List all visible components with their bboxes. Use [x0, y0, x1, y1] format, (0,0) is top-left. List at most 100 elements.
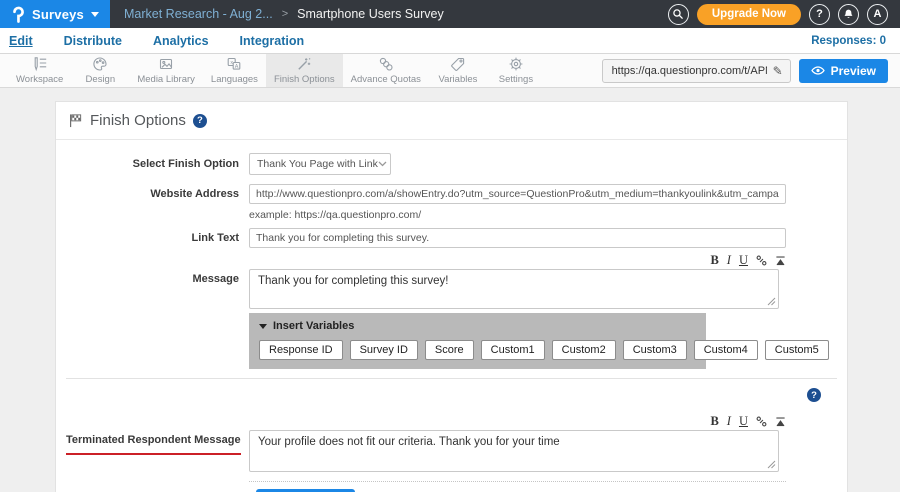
tab-integration[interactable]: Integration [240, 34, 305, 48]
terminated-message-row: Terminated Respondent Message Your profi… [56, 430, 847, 472]
finish-options-help-button[interactable]: ? [193, 114, 207, 128]
product-name: Surveys [32, 7, 84, 22]
breadcrumb-separator: > [282, 8, 288, 20]
avatar[interactable]: A [867, 4, 888, 25]
bold-button[interactable]: B [710, 254, 718, 266]
preview-button[interactable]: Preview [799, 59, 888, 83]
tool-design[interactable]: Design [71, 54, 129, 87]
search-button[interactable] [668, 4, 689, 25]
variable-button-response-id[interactable]: Response ID [259, 340, 343, 360]
tool-finish-options[interactable]: Finish Options [266, 54, 343, 87]
variable-button-custom2[interactable]: Custom2 [552, 340, 616, 360]
rich-text-toolbar: B I U [249, 414, 786, 428]
link-text-label: Link Text [66, 228, 239, 248]
variable-button-score[interactable]: Score [425, 340, 474, 360]
variable-button-custom1[interactable]: Custom1 [481, 340, 545, 360]
tab-analytics[interactable]: Analytics [153, 34, 209, 48]
breadcrumb: Market Research - Aug 2... > Smartphone … [124, 0, 444, 28]
underline-button[interactable]: U [739, 254, 748, 266]
bold-button[interactable]: B [710, 415, 718, 427]
search-icon [672, 8, 684, 20]
content-area: Finish Options ? Select Finish Option Th… [0, 88, 900, 492]
terminated-message-label: Terminated Respondent Message [66, 430, 239, 455]
message-editor-toolbar-row: B I U [56, 253, 847, 267]
resize-handle-icon[interactable] [767, 460, 776, 469]
variable-button-custom3[interactable]: Custom3 [623, 340, 687, 360]
website-address-row: Website Address example: https://qa.ques… [56, 184, 847, 221]
topbar: Surveys Market Research - Aug 2... > Sma… [0, 0, 900, 28]
message-label: Message [66, 269, 239, 289]
message-row: Message Thank you for completing this su… [56, 269, 847, 309]
notifications-button[interactable] [838, 4, 859, 25]
questionpro-logo-icon [11, 6, 25, 23]
svg-text:A: A [235, 64, 239, 70]
edit-toolbar: Workspace Design Media Library xA Langua… [0, 54, 900, 88]
insert-variables-panel: Insert Variables Response ID Survey ID S… [249, 313, 706, 369]
terminated-help-row: ? [56, 379, 847, 402]
tool-advance-quotas[interactable]: Advance Quotas [343, 54, 429, 87]
variable-button-survey-id[interactable]: Survey ID [350, 340, 418, 360]
breadcrumb-folder[interactable]: Market Research - Aug 2... [124, 7, 273, 21]
link-text-input[interactable] [249, 228, 786, 248]
chevron-down-icon [378, 161, 387, 167]
toolbar-right: ✎ Preview [602, 54, 900, 87]
responses-count[interactable]: Responses: 0 [811, 35, 886, 47]
checkered-flag-icon [68, 113, 83, 128]
help-button[interactable]: ? [809, 4, 830, 25]
tab-distribute[interactable]: Distribute [64, 34, 122, 48]
pencil-list-icon [32, 56, 48, 72]
variable-button-custom5[interactable]: Custom5 [765, 340, 829, 360]
tool-workspace[interactable]: Workspace [8, 54, 71, 87]
terminated-help-button[interactable]: ? [807, 388, 821, 402]
finish-option-row: Select Finish Option Thank You Page with… [56, 153, 847, 175]
website-address-input[interactable] [249, 184, 786, 204]
collapse-triangle-icon [259, 324, 267, 329]
insert-variables-toggle[interactable]: Insert Variables [259, 320, 696, 332]
finish-option-label: Select Finish Option [66, 153, 239, 175]
insert-variables-row: Insert Variables Response ID Survey ID S… [56, 309, 847, 369]
website-address-label: Website Address [66, 184, 239, 204]
finish-option-select[interactable]: Thank You Page with Link [249, 153, 391, 175]
translate-icon: xA [226, 56, 242, 72]
italic-button[interactable]: I [727, 415, 731, 427]
variable-buttons: Response ID Survey ID Score Custom1 Cust… [259, 340, 696, 360]
eye-icon [811, 65, 825, 76]
product-switcher[interactable]: Surveys [0, 0, 110, 28]
svg-text:x: x [231, 60, 234, 66]
tool-languages[interactable]: xA Languages [203, 54, 266, 87]
main-nav: Edit Distribute Analytics Integration Re… [0, 28, 900, 54]
variable-button-custom4[interactable]: Custom4 [694, 340, 758, 360]
page-title: Finish Options [90, 112, 186, 129]
terminated-message-textarea[interactable]: Your profile does not fit our criteria. … [249, 430, 779, 472]
insert-link-button[interactable] [756, 255, 767, 266]
tool-settings[interactable]: Settings [487, 54, 545, 87]
gear-icon [508, 56, 524, 72]
insert-link-button[interactable] [756, 416, 767, 427]
terminated-editor-toolbar-row: B I U [56, 414, 847, 428]
image-icon [158, 56, 174, 72]
rich-text-toolbar: B I U [249, 253, 786, 267]
insert-image-button[interactable] [775, 416, 786, 427]
chain-icon [378, 56, 394, 72]
app-root: Surveys Market Research - Aug 2... > Sma… [0, 0, 900, 492]
underline-button[interactable]: U [739, 415, 748, 427]
topbar-actions: Upgrade Now ? A [668, 0, 900, 28]
resize-handle-icon[interactable] [767, 297, 776, 306]
upgrade-button[interactable]: Upgrade Now [697, 4, 801, 25]
website-address-hint: example: https://qa.questionpro.com/ [249, 209, 847, 221]
insert-image-button[interactable] [775, 255, 786, 266]
survey-url-input[interactable] [603, 65, 771, 77]
italic-button[interactable]: I [727, 254, 731, 266]
survey-url-box: ✎ [602, 59, 791, 83]
chevron-down-icon [91, 12, 99, 17]
tool-variables[interactable]: Variables [429, 54, 487, 87]
link-text-row: Link Text [56, 228, 847, 248]
message-textarea[interactable]: Thank you for completing this survey! [249, 269, 779, 309]
tab-edit[interactable]: Edit [9, 34, 33, 48]
palette-icon [92, 56, 108, 72]
tool-media-library[interactable]: Media Library [129, 54, 203, 87]
card-header: Finish Options ? [56, 102, 847, 140]
finish-options-form: Select Finish Option Thank You Page with… [56, 140, 847, 492]
tag-icon [450, 56, 466, 72]
edit-url-icon[interactable]: ✎ [771, 64, 790, 78]
